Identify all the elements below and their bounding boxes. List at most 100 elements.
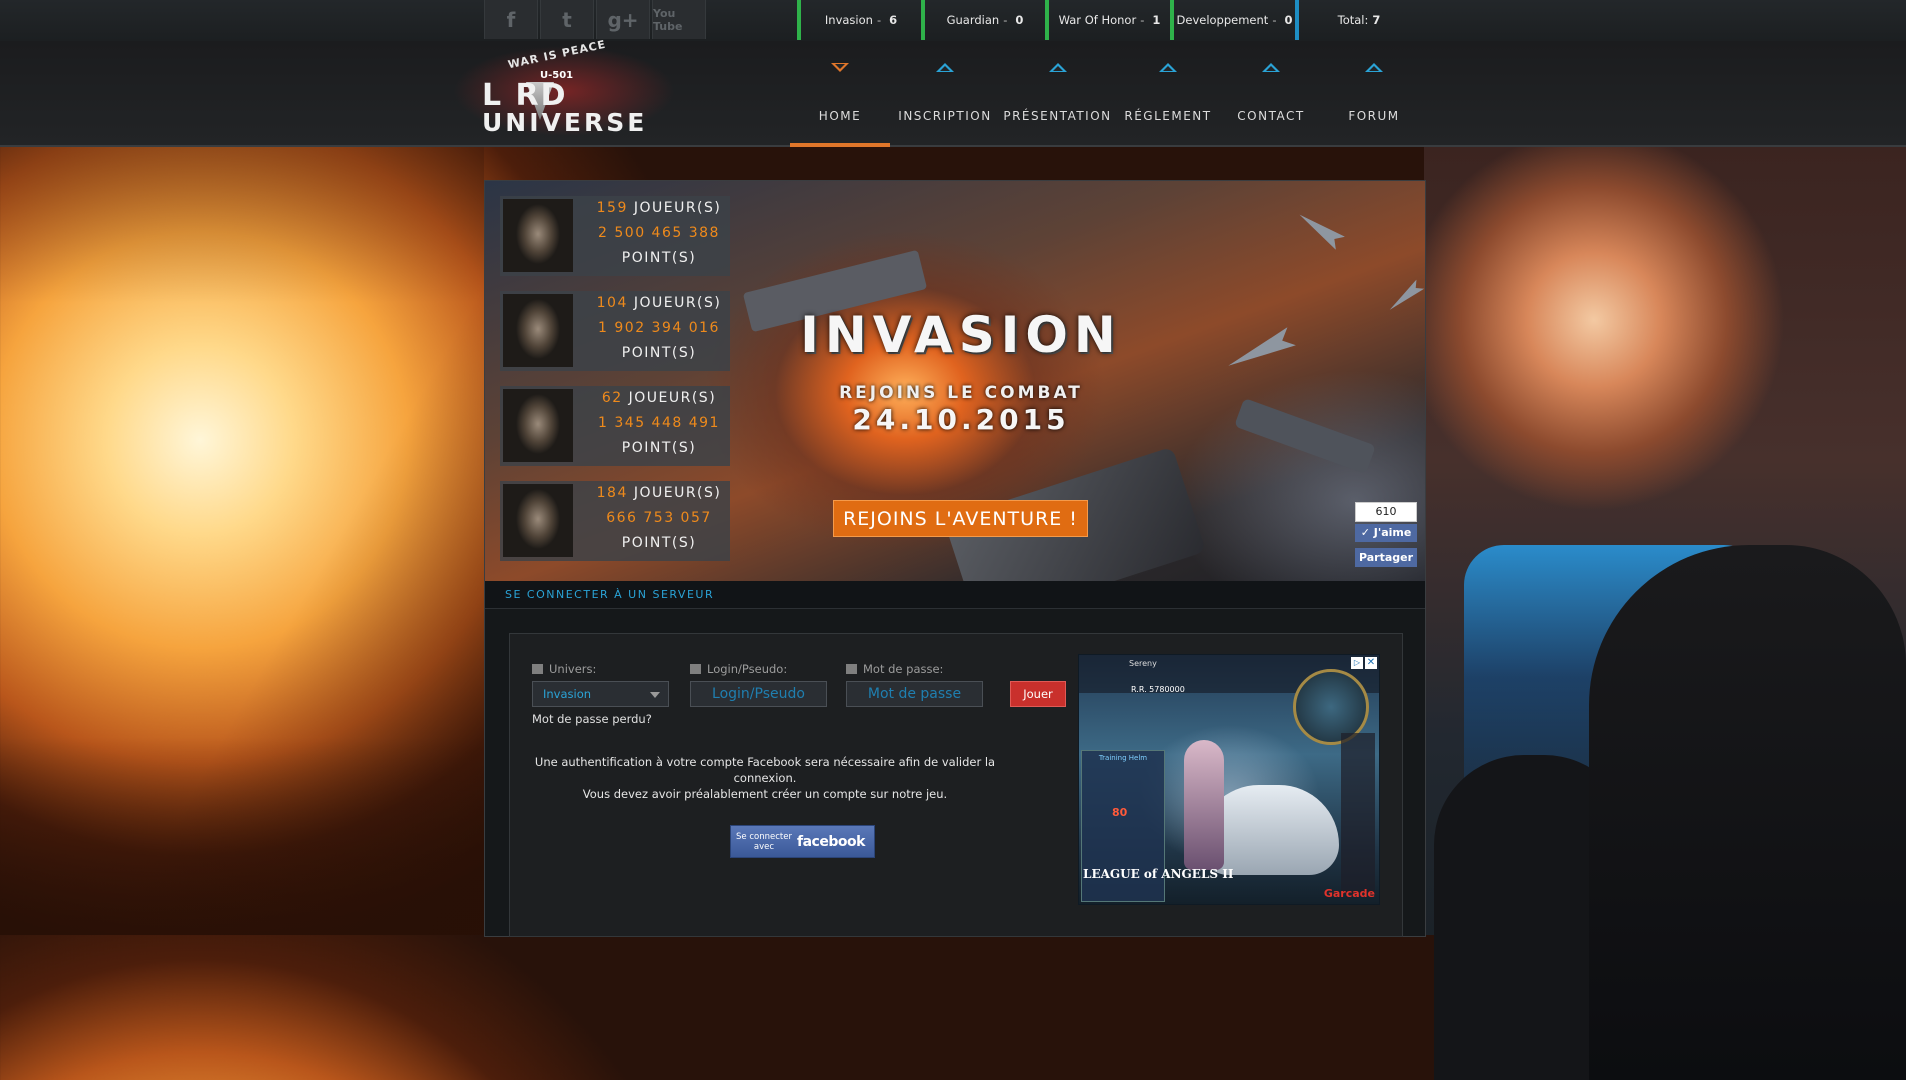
server-points: 2 500 465 388: [598, 225, 720, 241]
stat-war-of-honor: War Of Honor -1: [1045, 0, 1170, 40]
univers-select[interactable]: Invasion: [532, 681, 669, 707]
login-label: Login/Pseudo:: [690, 662, 787, 676]
nav-presentation[interactable]: PRÉSENTATION: [1000, 41, 1115, 145]
password-label: Mot de passe:: [846, 662, 943, 676]
server-players: 159 JOUEUR(S): [596, 200, 722, 216]
banner-ship: [1386, 280, 1424, 315]
advertisement[interactable]: Sereny R.R. 5780000 Training Helm 80 LEA…: [1078, 654, 1380, 905]
stat-total: Total: 7: [1295, 0, 1419, 40]
server-portrait: [503, 389, 573, 462]
server-card[interactable]: 159 JOUEUR(S) 2 500 465 388 POINT(S): [500, 196, 730, 276]
facebook-connect-button[interactable]: Se connecter avec facebook: [730, 825, 875, 858]
background-planet-scene: [1424, 145, 1906, 1080]
section-title: SE CONNECTER À UN SERVEUR: [485, 581, 1425, 609]
section-title-text: SE CONNECTER À UN SERVEUR: [505, 588, 715, 601]
ad-character: [1184, 740, 1224, 870]
background-hooded-figure: [1589, 545, 1906, 1080]
server-points: 666 753 057: [606, 510, 712, 526]
stat-value: 0: [1015, 13, 1024, 27]
stat-label: Developpement: [1176, 13, 1269, 27]
share-button[interactable]: Partager: [1355, 548, 1417, 567]
nav-label: INSCRIPTION: [898, 109, 992, 123]
auth-note: Une authentification à votre compte Face…: [530, 754, 1000, 802]
ad-panel-number: 80: [1112, 806, 1128, 819]
nav-inscription[interactable]: INSCRIPTION: [890, 41, 1000, 145]
nav-home[interactable]: HOME: [790, 41, 890, 147]
stat-label: War Of Honor: [1058, 13, 1137, 27]
nav-arrow-icon: [1159, 63, 1177, 72]
google-plus-icon[interactable]: g+: [596, 0, 650, 39]
server-points-label: POINT(S): [621, 535, 697, 551]
nav-label: CONTACT: [1237, 109, 1305, 123]
banner-subtitle: REJOINS LE COMBAT: [839, 383, 1083, 403]
nav-forum[interactable]: FORUM: [1321, 41, 1427, 145]
stat-value: 6: [889, 13, 898, 27]
nav-arrow-icon: [1048, 63, 1067, 72]
stat-label: Guardian: [946, 13, 1000, 27]
nav-arrow-icon: [936, 63, 954, 72]
server-points: 1 902 394 016: [598, 320, 720, 336]
server-card[interactable]: 104 JOUEUR(S) 1 902 394 016 POINT(S): [500, 291, 730, 371]
ad-game-logo: LEAGUE of ANGELS II: [1083, 867, 1234, 881]
server-points-label: POINT(S): [621, 440, 697, 456]
ad-hud-name: Sereny: [1129, 659, 1157, 668]
password-input[interactable]: Mot de passe: [846, 681, 983, 707]
twitter-icon[interactable]: t: [540, 0, 594, 39]
nav-arrow-icon: [1262, 63, 1280, 72]
nav-arrow-icon: [1365, 63, 1383, 72]
server-portrait: [503, 294, 573, 367]
like-button[interactable]: ✓ J'aime: [1355, 524, 1417, 542]
server-points-label: POINT(S): [621, 345, 697, 361]
stat-label: Total:: [1337, 13, 1369, 27]
auth-note-line: Une authentification à votre compte Face…: [534, 755, 996, 785]
stat-developpement: Developpement -0: [1170, 0, 1295, 40]
lost-password-link[interactable]: Mot de passe perdu?: [532, 712, 652, 726]
stat-label: Invasion: [824, 13, 873, 27]
hero-banner: 159 JOUEUR(S) 2 500 465 388 POINT(S) 104…: [485, 181, 1425, 581]
ad-panel-title: Training Helm: [1098, 754, 1148, 762]
list-icon: [532, 664, 543, 674]
site-logo[interactable]: WAR IS PEACE U-501 L RD UNIVERSE: [452, 38, 677, 137]
stat-value: 1: [1152, 13, 1161, 27]
server-players: 104 JOUEUR(S): [596, 295, 722, 311]
ad-skill-bar: [1341, 733, 1375, 893]
univers-label: Univers:: [532, 662, 596, 676]
nav-arrow-icon: [831, 63, 849, 72]
server-card[interactable]: 184 JOUEUR(S) 666 753 057 POINT(S): [500, 481, 730, 561]
server-card[interactable]: 62 JOUEUR(S) 1 345 448 491 POINT(S): [500, 386, 730, 466]
top-bar: f t g+ You Tube Invasion -6 Guardian -0 Wa…: [0, 0, 1906, 42]
facebook-icon[interactable]: f: [484, 0, 538, 39]
server-players: 184 JOUEUR(S): [596, 485, 722, 501]
facebook-like-widget: 610 ✓ J'aime Partager: [1355, 502, 1417, 567]
ad-hud-value: R.R. 5780000: [1131, 685, 1185, 694]
banner-title: INVASION: [800, 306, 1122, 364]
chevron-down-icon: [650, 692, 660, 698]
stat-invasion: Invasion -6: [797, 0, 921, 40]
join-adventure-button[interactable]: REJOINS L'AVENTURE !: [833, 500, 1088, 537]
login-input[interactable]: Login/Pseudo: [690, 681, 827, 707]
main-panel: 159 JOUEUR(S) 2 500 465 388 POINT(S) 104…: [484, 180, 1426, 937]
stat-guardian: Guardian -0: [921, 0, 1045, 40]
close-icon[interactable]: ✕: [1365, 657, 1377, 669]
login-box: Univers: Login/Pseudo: Mot de passe: Inv…: [509, 633, 1403, 937]
nav-label: HOME: [818, 109, 862, 123]
play-button[interactable]: Jouer: [1010, 681, 1066, 707]
main-nav: HOME INSCRIPTION PRÉSENTATION RÉGLEMENT …: [790, 41, 1427, 147]
stat-value: 7: [1372, 13, 1381, 27]
server-portrait: [503, 199, 573, 272]
facebook-wordmark: facebook: [797, 833, 865, 850]
nav-reglement[interactable]: RÉGLEMENT: [1115, 41, 1221, 145]
banner-debris: [1234, 397, 1376, 475]
logo-word-2: UNIVERSE: [482, 108, 648, 137]
user-icon: [690, 664, 701, 674]
univers-selected-value: Invasion: [543, 687, 592, 701]
nav-label: FORUM: [1348, 109, 1400, 123]
server-points: 1 345 448 491: [598, 415, 720, 431]
youtube-icon[interactable]: You Tube: [652, 0, 706, 39]
nav-contact[interactable]: CONTACT: [1221, 41, 1321, 145]
banner-ship: [1295, 208, 1345, 250]
nav-label: PRÉSENTATION: [1003, 109, 1112, 123]
adchoices-icon[interactable]: ▷: [1351, 657, 1363, 669]
server-stats: Invasion -6 Guardian -0 War Of Honor -1 Dev…: [797, 0, 1419, 40]
ad-brand: Garcade: [1323, 887, 1375, 900]
